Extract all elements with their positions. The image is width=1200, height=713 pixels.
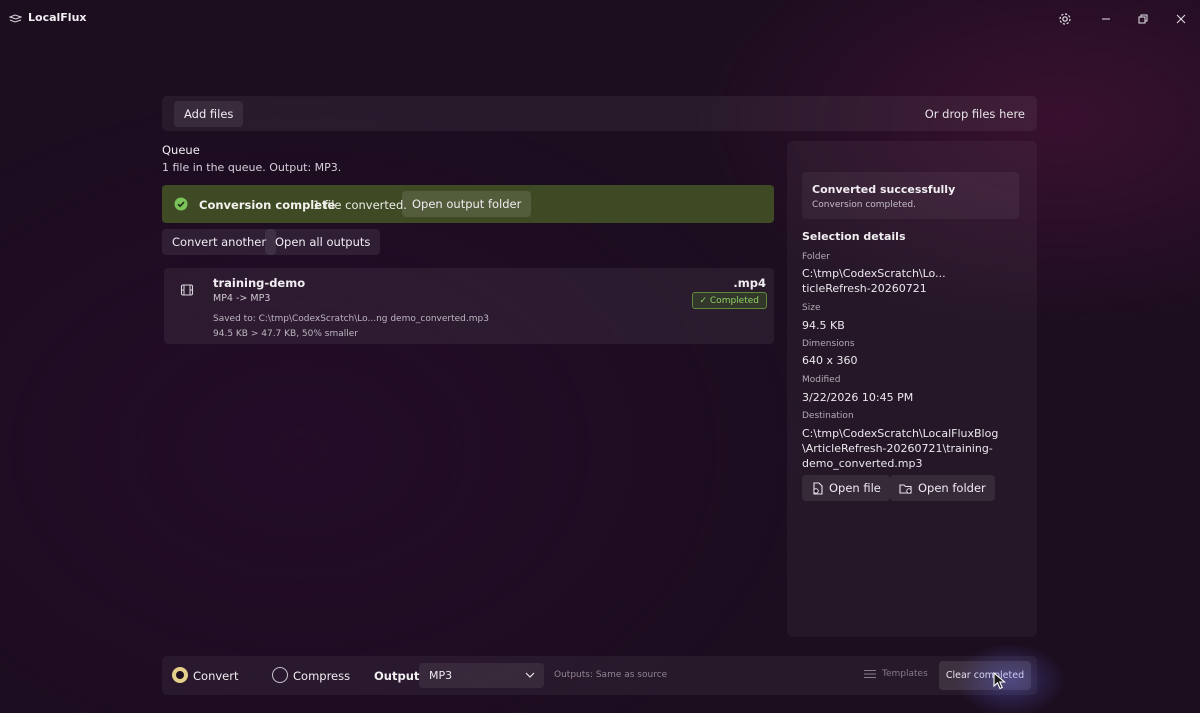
restore-icon — [1138, 14, 1148, 24]
bottom-toolbar: Convert Compress Output MP3 Outputs: Sam… — [162, 656, 1037, 695]
output-label: Output — [374, 669, 420, 683]
size-value: 94.5 KB — [802, 319, 845, 332]
compress-radio[interactable] — [272, 667, 288, 683]
open-file-button[interactable]: Open file — [802, 475, 890, 501]
file-name: training-demo — [213, 276, 306, 290]
chevron-down-icon — [525, 672, 535, 678]
destination-value-line3: demo_converted.mp3 — [802, 457, 923, 470]
file-open-icon — [813, 481, 823, 495]
status-title: Converted successfully — [812, 183, 956, 196]
output-format-select[interactable]: MP3 — [419, 663, 544, 688]
list-icon — [864, 670, 876, 678]
queue-subtitle: 1 file in the queue. Output: MP3. — [162, 161, 342, 174]
close-button[interactable] — [1165, 6, 1197, 32]
open-all-outputs-button[interactable]: Open all outputs — [265, 229, 381, 255]
status-box: Converted successfully Conversion comple… — [802, 172, 1019, 219]
app-title: LocalFlux — [28, 11, 87, 24]
drop-zone[interactable]: Add files Or drop files here — [162, 96, 1037, 131]
dimensions-label: Dimensions — [802, 339, 855, 349]
templates-label: Templates — [882, 669, 928, 679]
open-file-label: Open file — [829, 481, 881, 495]
folder-value-line1: C:\tmp\CodexScratch\Lo... — [802, 267, 946, 280]
drop-hint: Or drop files here — [924, 107, 1025, 121]
conversion-banner: Conversion complete 1 file converted. Op… — [162, 185, 774, 223]
open-folder-label: Open folder — [918, 481, 986, 495]
file-item[interactable]: training-demo MP4 -> MP3 Saved to: C:\tm… — [164, 268, 774, 344]
video-file-icon — [180, 284, 194, 296]
app-logo-icon — [9, 14, 22, 23]
close-icon — [1176, 14, 1186, 24]
title-bar: LocalFlux — [0, 0, 1200, 38]
compress-radio-label[interactable]: Compress — [293, 669, 350, 683]
templates-button[interactable]: Templates — [864, 669, 928, 679]
dimensions-value: 640 x 360 — [802, 354, 858, 367]
destination-value-line2: \ArticleRefresh-20260721\training- — [802, 442, 993, 455]
output-format-value: MP3 — [429, 669, 453, 682]
outputs-hint: Outputs: Same as source — [554, 670, 668, 680]
gear-icon — [1059, 13, 1071, 25]
file-format: MP4 -> MP3 — [213, 293, 271, 304]
folder-open-icon — [899, 483, 912, 494]
open-output-folder-button[interactable]: Open output folder — [402, 191, 532, 217]
add-files-button[interactable]: Add files — [174, 101, 244, 127]
modified-label: Modified — [802, 375, 841, 385]
maximize-button[interactable] — [1127, 6, 1159, 32]
destination-value-line1: C:\tmp\CodexScratch\LocalFluxBlog — [802, 427, 999, 440]
file-extension: .mp4 — [733, 276, 766, 290]
minimize-button[interactable] — [1090, 6, 1122, 32]
status-subtitle: Conversion completed. — [812, 200, 916, 210]
destination-label: Destination — [802, 411, 854, 421]
convert-radio-label[interactable]: Convert — [193, 669, 238, 683]
details-panel: Converted successfully Conversion comple… — [787, 141, 1037, 637]
folder-value-line2: ticleRefresh-20260721 — [802, 282, 927, 295]
file-saved-path: Saved to: C:\tmp\CodexScratch\Lo...ng de… — [213, 314, 489, 324]
check-circle-icon — [174, 197, 188, 211]
convert-radio[interactable] — [172, 667, 188, 683]
mouse-cursor-icon — [993, 672, 1006, 690]
file-size-change: 94.5 KB > 47.7 KB, 50% smaller — [213, 329, 359, 339]
selection-details-title: Selection details — [802, 230, 906, 243]
modified-value: 3/22/2026 10:45 PM — [802, 391, 914, 404]
size-label: Size — [802, 303, 821, 313]
folder-label: Folder — [802, 252, 830, 262]
convert-another-button[interactable]: Convert another — [162, 229, 277, 255]
clear-completed-button[interactable]: Clear completed — [939, 661, 1031, 690]
open-folder-button[interactable]: Open folder — [890, 475, 995, 501]
status-badge: ✓ Completed — [691, 292, 767, 309]
minimize-icon — [1102, 18, 1110, 20]
settings-button[interactable] — [1049, 6, 1081, 32]
queue-title: Queue — [162, 143, 200, 157]
banner-message: 1 file converted. — [313, 198, 407, 212]
